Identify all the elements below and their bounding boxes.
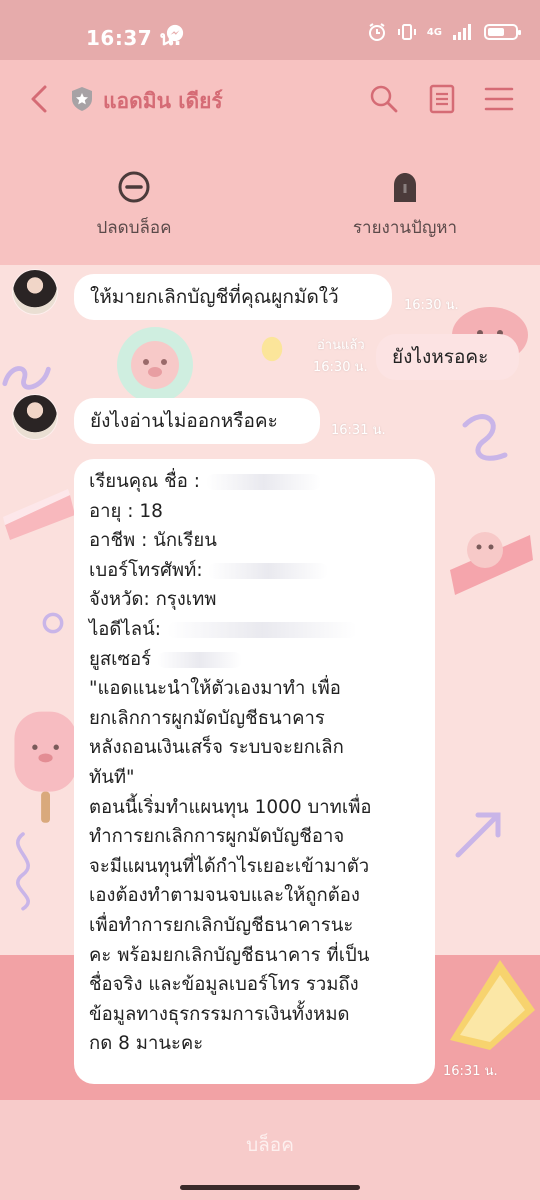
alarm-icon xyxy=(368,23,385,41)
report-icon xyxy=(394,173,416,202)
message-line-name: เรียนคุณ ชื่อ : xyxy=(89,467,420,497)
redaction-mark xyxy=(205,474,321,490)
message-line: จังหวัด: กรุงเทพ xyxy=(89,589,217,611)
message-line: ข้อมูลทางธุรกรรมการเงินทั้งหมด xyxy=(89,1003,350,1025)
message-line-user: ยูสเซอร์ xyxy=(89,645,420,675)
message-line: "แอดแนะนำให้ตัวเองมาทำ เพื่อ xyxy=(89,678,341,700)
ring-decoration-icon xyxy=(42,612,64,634)
message-timestamp: 16:31 น. xyxy=(443,1064,498,1079)
status-icons: 4G xyxy=(367,22,521,42)
cake-slice-decoration-icon xyxy=(3,489,75,540)
message-line-phone: เบอร์โทรศัพท์: xyxy=(89,556,420,586)
message-bubble-incoming[interactable]: เรียนคุณ ชื่อ : อายุ : 18 อาชีพ : นักเรี… xyxy=(74,459,435,1084)
unblock-icon xyxy=(118,171,150,203)
avatar[interactable] xyxy=(13,395,57,439)
shield-star-icon xyxy=(72,87,92,111)
message-line: ตอนนี้เริ่มทำแผนทุน 1000 บาทเพื่อ xyxy=(89,796,372,818)
read-receipt: อ่านแล้ว xyxy=(317,338,365,353)
message-line-line-id: ไอดีไลน์: xyxy=(89,615,420,645)
chat-title: แอดมิน เดียร์ xyxy=(103,89,223,113)
arrow-decoration-icon xyxy=(455,812,501,858)
message-text: ยังไงอ่านไม่ออกหรือคะ xyxy=(90,410,278,432)
report-label: รายงานปัญหา xyxy=(352,218,458,238)
search-icon[interactable] xyxy=(369,84,399,114)
message-line: เพื่อทำการยกเลิกบัญชีธนาคารนะ xyxy=(89,914,354,936)
message-text: ให้มายกเลิกบัญชีที่คุณผูกมัดใว้ xyxy=(90,286,339,308)
toast-decoration-icon xyxy=(450,960,535,1050)
message-timestamp: 16:30 น. xyxy=(404,298,459,313)
menu-icon[interactable] xyxy=(484,84,514,114)
status-bar: 16:37 น. 4G xyxy=(0,0,540,60)
message-line: อาชีพ : นักเรียน xyxy=(89,530,217,552)
battery-icon xyxy=(484,24,521,40)
chat-header: แอดมิน เดียร์ ปลดบล็อค รายงานปัญหา xyxy=(0,60,540,265)
unblock-button[interactable]: ปลดบล็อค xyxy=(34,170,234,241)
message-bubble-incoming[interactable]: ให้มายกเลิกบัญชีที่คุณผูกมัดใว้ xyxy=(74,274,392,320)
message-line: หลังถอนเงินเสร็จ ระบบจะยกเลิก xyxy=(89,737,344,759)
message-timestamp: 16:30 น. xyxy=(313,360,368,375)
swirl-decoration-icon xyxy=(2,366,51,390)
message-line: กด 8 มานะคะ xyxy=(89,1033,204,1055)
message-text: ยังไงหรอคะ xyxy=(392,346,489,368)
notes-icon[interactable] xyxy=(427,84,457,114)
avatar[interactable] xyxy=(13,270,57,314)
message-line: ยกเลิกการผูกมัดบัญชีธนาคาร xyxy=(89,707,325,729)
pig-cake-decoration-icon xyxy=(117,327,193,403)
message-line: ทำการยกเลิกการผูกมัดบัญชีอาจ xyxy=(89,826,345,848)
vibrate-icon xyxy=(397,24,416,40)
report-button[interactable]: รายงานปัญหา xyxy=(305,170,505,241)
signal-icon xyxy=(453,24,471,40)
home-indicator[interactable] xyxy=(180,1185,360,1190)
message-timestamp: 16:31 น. xyxy=(331,423,386,438)
unblock-label: ปลดบล็อค xyxy=(96,218,172,238)
network-label: 4G xyxy=(426,26,442,38)
messenger-icon xyxy=(166,24,184,42)
redaction-mark xyxy=(156,651,242,668)
scribble-decoration-icon xyxy=(462,414,508,461)
lemon-decoration-icon xyxy=(261,336,283,362)
chat-area[interactable]: ให้มายกเลิกบัญชีที่คุณผูกมัดใว้ 16:30 น.… xyxy=(0,265,540,1100)
message-line: ชื่อจริง และข้อมูลเบอร์โทร รวมถึง xyxy=(89,974,359,996)
message-bubble-incoming[interactable]: ยังไงอ่านไม่ออกหรือคะ xyxy=(74,398,320,444)
back-arrow-icon[interactable] xyxy=(28,84,50,114)
redaction-mark xyxy=(166,621,357,638)
squiggle-decoration-icon xyxy=(16,832,30,911)
message-bubble-outgoing[interactable]: ยังไงหรอคะ xyxy=(376,334,519,380)
message-line: เองต้องทำตามจนจบและให้ถูกต้อง xyxy=(89,885,360,907)
redaction-mark xyxy=(208,562,329,579)
message-line: จะมีแผนทุนที่ได้กำไรเยอะเข้ามาตัว xyxy=(89,855,370,877)
block-button[interactable]: บล็อค xyxy=(0,1130,540,1160)
message-line: คะ พร้อมยกเลิกบัญชีธนาคาร ที่เป็น xyxy=(89,944,370,966)
message-line: ทันที" xyxy=(89,766,135,788)
pig-slice-decoration-icon xyxy=(450,532,533,595)
message-line: อายุ : 18 xyxy=(89,500,163,522)
